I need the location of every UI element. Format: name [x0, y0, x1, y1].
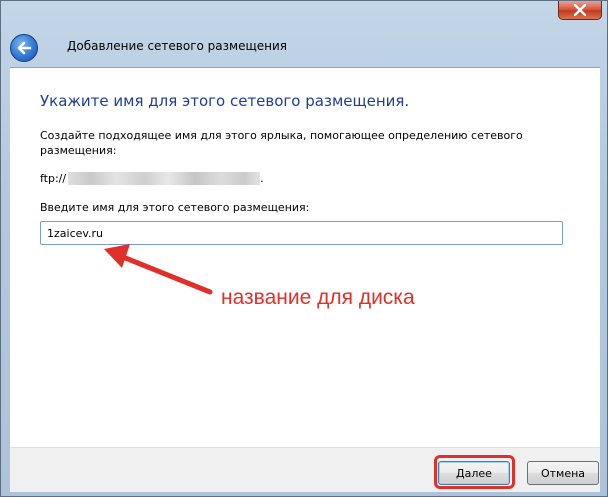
ftp-suffix: . [260, 172, 264, 185]
window-close-button[interactable] [558, 1, 602, 20]
back-button[interactable] [10, 34, 38, 62]
page-heading: Укажите имя для этого сетевого размещени… [40, 92, 410, 110]
redacted-address [68, 172, 261, 185]
cancel-button[interactable]: Отмена [527, 461, 599, 485]
ftp-address-line: ftp:// . [40, 172, 264, 185]
window-title: Добавление сетевого размещения [67, 39, 288, 53]
back-arrow-icon [17, 41, 32, 55]
button-bar: Далее Отмена [10, 447, 600, 492]
wizard-content: Укажите имя для этого сетевого размещени… [10, 67, 600, 448]
ftp-prefix: ftp:// [40, 172, 67, 185]
next-button[interactable]: Далее [438, 461, 510, 485]
annotation-arrow-icon [104, 244, 213, 295]
wizard-window: Добавление сетевого размещения Укажите и… [0, 0, 608, 497]
close-icon [573, 4, 587, 16]
name-field-label: Введите имя для этого сетевого размещени… [40, 201, 310, 214]
title-bar: Добавление сетевого размещения [1, 1, 607, 67]
annotation-label: название для диска [221, 286, 415, 309]
page-description: Создайте подходящее имя для этого ярлыка… [40, 129, 523, 157]
